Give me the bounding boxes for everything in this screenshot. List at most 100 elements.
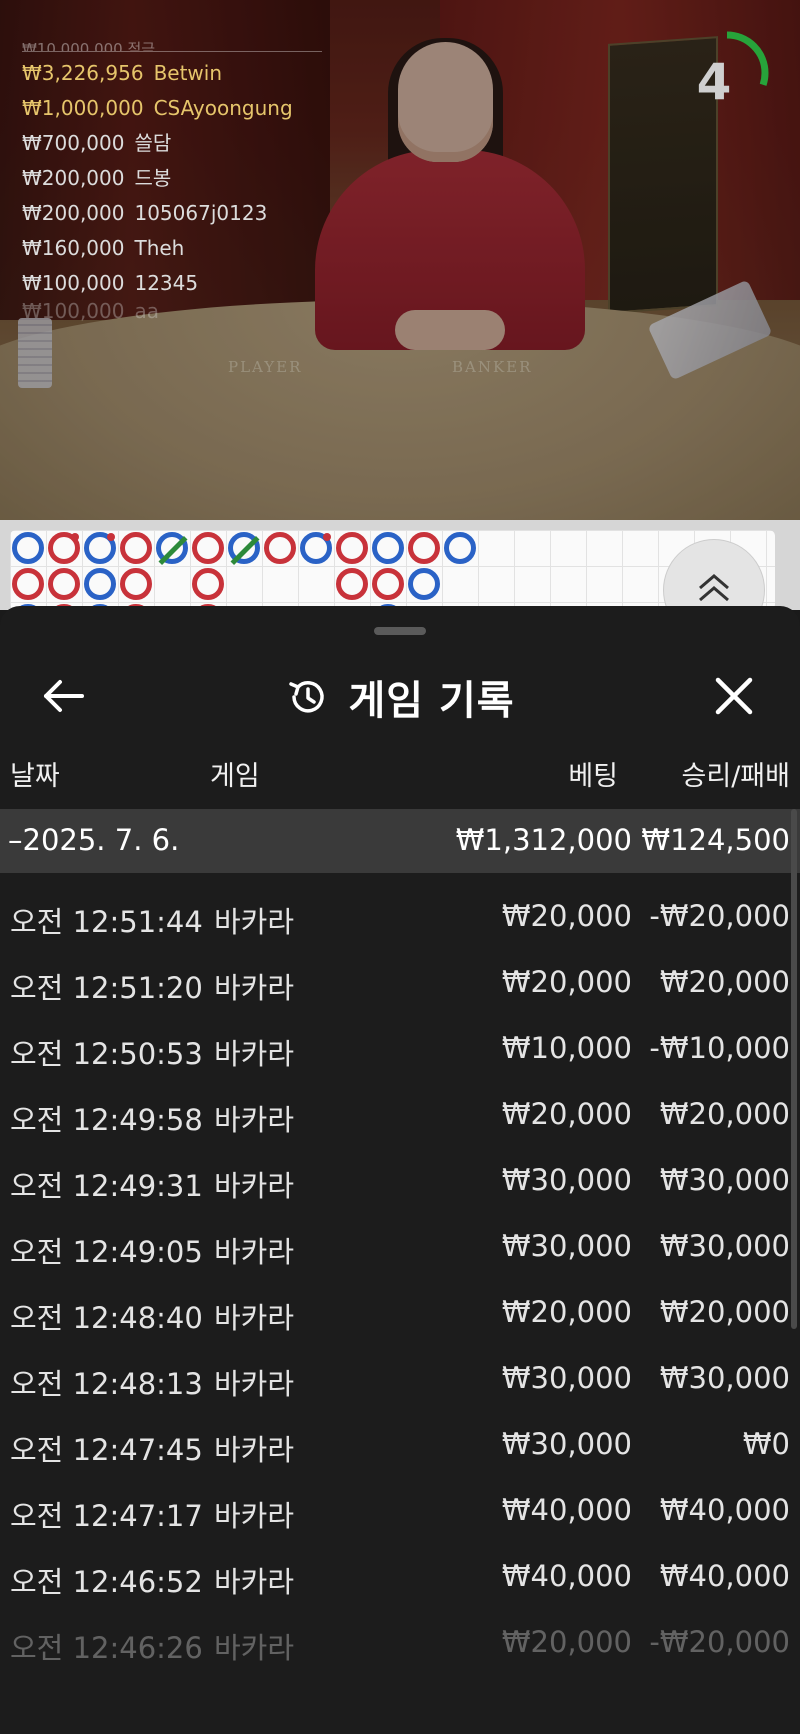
history-row[interactable]: 오전 12:46:26 바카라 ₩20,000 -₩20,000: [0, 1615, 800, 1681]
row-game: 바카라: [214, 1103, 295, 1137]
top-bet-row: ₩200,000 드봉: [22, 161, 322, 196]
bead-tie-mark: [158, 536, 188, 565]
history-row[interactable]: 오전 12:49:31 바카라 ₩30,000 ₩30,000: [0, 1153, 800, 1219]
bead-banker: [12, 568, 44, 600]
bead-banker: [192, 532, 224, 564]
row-win-loss: ₩40,000: [659, 1559, 790, 1593]
top-bet-user: Betwin: [153, 61, 223, 85]
bead-banker: [264, 532, 296, 564]
top-bets-header: ₩10,000,000 적극: [22, 38, 322, 52]
bead-player: [84, 568, 116, 600]
history-row[interactable]: 오전 12:49:58 바카라 ₩20,000 ₩20,000: [0, 1087, 800, 1153]
bead-banker: [336, 532, 368, 564]
sheet-drag-handle[interactable]: [374, 627, 426, 635]
day-total-win-loss: ₩124,500: [641, 823, 790, 857]
bead-player: [300, 532, 332, 564]
bead-road[interactable]: [10, 530, 775, 610]
top-bet-user: CSAyoongung: [153, 96, 293, 120]
bead-player: [84, 532, 116, 564]
row-time: 오전 12:49:05: [10, 1235, 203, 1269]
row-game: 바카라: [214, 1169, 295, 1203]
history-row[interactable]: 오전 12:46:52 바카라 ₩40,000 ₩40,000: [0, 1549, 800, 1615]
row-win-loss: -₩20,000: [649, 899, 790, 933]
top-bet-amount: ₩200,000: [22, 166, 125, 190]
top-bet-user: 드봉: [134, 166, 172, 190]
bead-banker: [372, 568, 404, 600]
top-bet-amount: ₩100,000: [22, 271, 125, 295]
sheet-title-group: 게임 기록: [0, 668, 800, 726]
bead-banker: [48, 532, 80, 564]
row-bet: ₩10,000: [501, 1031, 632, 1065]
history-row[interactable]: 오전 12:50:53 바카라 ₩10,000 -₩10,000: [0, 1021, 800, 1087]
game-history-sheet: 게임 기록 날짜 게임 베팅 승리/패배 –2025. 7. 6. ₩1,312…: [0, 606, 800, 1734]
day-date: –2025. 7. 6.: [8, 823, 180, 857]
row-bet: ₩40,000: [501, 1559, 632, 1593]
top-bet-row: ₩100,000 aa: [22, 301, 322, 321]
top-bet-row: ₩700,000 쓸담: [22, 126, 322, 161]
row-time: 오전 12:51:20: [10, 971, 203, 1005]
row-time: 오전 12:49:31: [10, 1169, 203, 1203]
bead-player: [156, 532, 188, 565]
row-win-loss: -₩20,000: [649, 1625, 790, 1659]
top-bet-row: ₩200,000 105067j0123: [22, 196, 322, 231]
bead-banker: [48, 568, 80, 600]
close-button[interactable]: [706, 668, 762, 724]
live-video: PLAYER BANKER ₩10,000,000 적극 ₩3,226,956 B…: [0, 0, 800, 520]
row-game: 바카라: [214, 1301, 295, 1335]
history-row[interactable]: 오전 12:51:20 바카라 ₩20,000 ₩20,000: [0, 955, 800, 1021]
bead-pair-dot: [107, 533, 115, 541]
row-win-loss: ₩40,000: [659, 1493, 790, 1527]
row-time: 오전 12:47:45: [10, 1433, 203, 1467]
history-row[interactable]: 오전 12:47:45 바카라 ₩30,000 ₩0: [0, 1417, 800, 1483]
row-time: 오전 12:48:40: [10, 1301, 203, 1335]
history-column-headers: 날짜 게임 베팅 승리/패배: [0, 754, 800, 794]
day-summary-row[interactable]: –2025. 7. 6. ₩1,312,000 ₩124,500: [0, 809, 800, 873]
row-bet: ₩30,000: [501, 1361, 632, 1395]
row-win-loss: ₩30,000: [659, 1229, 790, 1263]
history-row[interactable]: 오전 12:51:44 바카라 ₩20,000 -₩20,000: [0, 889, 800, 955]
row-bet: ₩40,000: [501, 1493, 632, 1527]
day-total-bet: ₩1,312,000: [455, 823, 632, 857]
bead-player: [408, 568, 440, 600]
history-scrollbar[interactable]: [791, 809, 797, 1329]
row-game: 바카라: [214, 971, 295, 1005]
top-bet-row: ₩100,000 12345: [22, 266, 322, 301]
top-bet-amount: ₩700,000: [22, 131, 125, 155]
column-header-bet: 베팅: [568, 761, 618, 792]
column-header-win-loss: 승리/패배: [681, 761, 790, 792]
top-bet-amount: ₩3,226,956: [22, 61, 144, 85]
history-row[interactable]: 오전 12:48:13 바카라 ₩30,000 ₩30,000: [0, 1351, 800, 1417]
top-bet-row: ₩1,000,000 CSAyoongung: [22, 91, 322, 126]
row-win-loss: ₩30,000: [659, 1163, 790, 1197]
row-bet: ₩20,000: [501, 965, 632, 999]
row-win-loss: ₩0: [742, 1427, 790, 1461]
column-header-game: 게임: [210, 761, 260, 792]
top-bet-amount: ₩100,000: [22, 301, 125, 321]
row-time: 오전 12:46:52: [10, 1565, 203, 1599]
top-bet-row: ₩160,000 Theh: [22, 231, 322, 266]
row-bet: ₩20,000: [501, 899, 632, 933]
row-bet: ₩30,000: [501, 1427, 632, 1461]
row-win-loss: ₩20,000: [659, 1295, 790, 1329]
double-chevron-up-icon: [699, 574, 729, 602]
bead-player: [372, 532, 404, 564]
row-game: 바카라: [214, 1631, 295, 1665]
row-game: 바카라: [214, 1367, 295, 1401]
row-bet: ₩30,000: [501, 1229, 632, 1263]
top-bet-row: ₩3,226,956 Betwin: [22, 56, 322, 91]
bead-banker: [336, 568, 368, 600]
top-bet-user: 12345: [134, 271, 199, 295]
row-game: 바카라: [214, 905, 295, 939]
history-row[interactable]: 오전 12:47:17 바카라 ₩40,000 ₩40,000: [0, 1483, 800, 1549]
history-row[interactable]: 오전 12:48:40 바카라 ₩20,000 ₩20,000: [0, 1285, 800, 1351]
history-rows: 오전 12:51:44 바카라 ₩20,000 -₩20,000 오전 12:5…: [0, 889, 800, 1681]
row-game: 바카라: [214, 1499, 295, 1533]
row-game: 바카라: [214, 1235, 295, 1269]
row-win-loss: ₩20,000: [659, 1097, 790, 1131]
bead-player: [12, 532, 44, 564]
history-row[interactable]: 오전 12:49:05 바카라 ₩30,000 ₩30,000: [0, 1219, 800, 1285]
row-bet: ₩20,000: [501, 1625, 632, 1659]
row-game: 바카라: [214, 1433, 295, 1467]
top-bet-user: aa: [134, 301, 159, 321]
row-bet: ₩30,000: [501, 1163, 632, 1197]
